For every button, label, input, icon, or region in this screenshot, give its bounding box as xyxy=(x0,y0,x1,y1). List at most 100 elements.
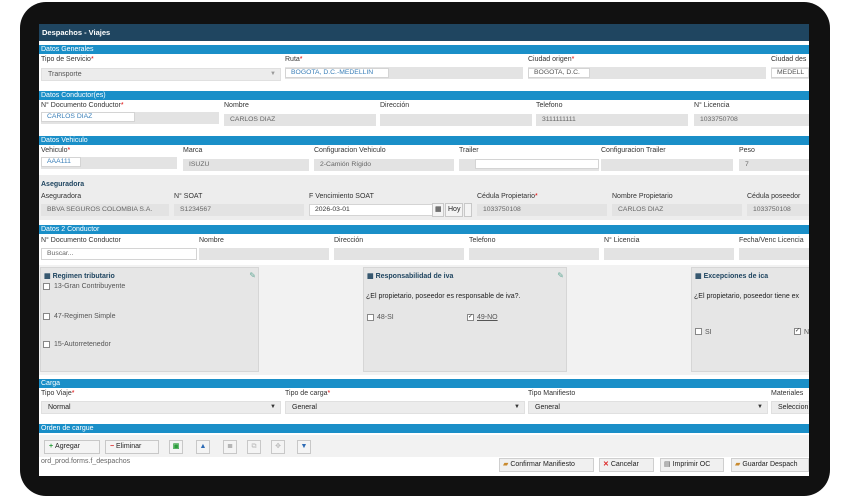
tipo-servicio-label: Tipo de Servicio* xyxy=(41,56,94,63)
materiales-label: Materiales xyxy=(771,390,804,397)
date-step-button[interactable] xyxy=(464,203,472,217)
direccion-conductor2-field xyxy=(334,248,464,260)
grid-icon: ▦ xyxy=(695,273,704,280)
nombre-conductor-label: Nombre xyxy=(224,102,249,109)
imprimir-oc-button[interactable]: ▤ Imprimir OC xyxy=(660,458,724,472)
grid-icon: ▦ xyxy=(367,273,376,280)
hoy-button[interactable]: Hoy xyxy=(445,203,463,217)
ica-question: ¿El propietario, poseedor tiene ex xyxy=(694,293,800,300)
section-datos-2-conductor: Datos 2 Conductor xyxy=(39,225,809,234)
iva-heading: ▦ Responsabilidad de iva xyxy=(367,273,454,280)
soat-label: N° SOAT xyxy=(174,193,203,200)
ica-heading: ▦ Excepciones de ica xyxy=(695,273,769,280)
aseguradora-heading: Aseguradora xyxy=(41,181,85,188)
regimen-checkbox-3[interactable] xyxy=(43,341,50,348)
stack-icon[interactable]: ≣ xyxy=(223,440,237,454)
marca-label: Marca xyxy=(183,147,203,154)
section-carga: Carga xyxy=(39,379,809,388)
regimen-panel: ▦ Regimen tributario ✎ 13-Gran Contribuy… xyxy=(40,267,259,372)
doc-conductor-input[interactable]: CARLOS DIAZ xyxy=(41,112,135,122)
regimen-option-2: 47-Regimen Simple xyxy=(54,313,116,320)
soat-field: S1234567 xyxy=(174,204,304,216)
marca-field: ISUZU xyxy=(183,159,309,171)
edit-icon[interactable]: ✎ xyxy=(249,271,256,280)
aseguradora-field: BBVA SEGUROS COLOMBIA S.A. xyxy=(41,204,169,216)
section-datos-conductor: Datos Conductor(es) xyxy=(39,91,809,100)
cedula-pos-field: 1033750108 xyxy=(747,204,809,216)
peso-label: Peso xyxy=(739,147,755,154)
doc-conductor2-input[interactable]: Buscar... xyxy=(41,248,197,260)
ciudad-destino-input[interactable]: MEDELL xyxy=(771,68,809,78)
peso-field: 7 xyxy=(739,159,809,171)
cancelar-button[interactable]: ✕ Cancelar xyxy=(599,458,654,472)
section-orden-cargue: Orden de cargue xyxy=(39,424,809,433)
printer-icon: ▤ xyxy=(664,461,673,468)
ica-no-label: N xyxy=(804,329,809,336)
window-title: Despachos - Viajes xyxy=(39,24,809,41)
iva-no-checkbox[interactable]: ✓ xyxy=(467,314,474,321)
iva-panel: ▦ Responsabilidad de iva ✎ ¿El propietar… xyxy=(363,267,567,372)
licencia-conductor2-field xyxy=(604,248,734,260)
cedula-prop-label: Cédula Propietario* xyxy=(477,193,538,200)
cedula-prop-field: 1033750108 xyxy=(477,204,607,216)
nombre-conductor2-field xyxy=(199,248,329,260)
arrow-up-icon[interactable]: ▲ xyxy=(196,440,210,454)
direccion-conductor-label: Dirección xyxy=(380,102,410,109)
move-icon[interactable]: ✥ xyxy=(271,440,285,454)
vehiculo-input[interactable]: AAA111 xyxy=(41,157,81,167)
config-vehiculo-label: Configuracion Vehiculo xyxy=(314,147,386,154)
ica-panel: ▦ Excepciones de ica ¿El propietario, po… xyxy=(691,267,809,372)
eliminar-button[interactable]: − Eliminar xyxy=(105,440,159,454)
arrow-down-icon[interactable]: ▼ xyxy=(297,440,311,454)
nombre-prop-label: Nombre Propietario xyxy=(612,193,673,200)
regimen-checkbox-2[interactable] xyxy=(43,313,50,320)
tipo-viaje-label: Tipo Viaje* xyxy=(41,390,75,397)
iva-no-label: 49-NO xyxy=(477,314,498,321)
iva-si-label: 48-SI xyxy=(377,314,394,321)
telefono-conductor2-label: Telefono xyxy=(469,237,496,244)
confirmar-manifiesto-button[interactable]: ▰ Confirmar Manifiesto xyxy=(499,458,594,472)
guardar-despacho-button[interactable]: ▰ Guardar Despach xyxy=(731,458,809,472)
tipo-viaje-select[interactable]: Normal ▼ xyxy=(41,401,281,414)
tipo-carga-label: Tipo de carga* xyxy=(285,390,331,397)
telefono-conductor-label: Telefono xyxy=(536,102,563,109)
ciudad-origen-input[interactable]: BOGOTA, D.C. xyxy=(528,68,590,78)
materiales-select[interactable]: Seleccion xyxy=(771,401,809,414)
regimen-checkbox-1[interactable] xyxy=(43,283,50,290)
telefono-conductor2-field xyxy=(469,248,599,260)
trailer-input[interactable] xyxy=(475,159,599,169)
direccion-conductor2-label: Dirección xyxy=(334,237,364,244)
licencia-conductor2-label: N° Licencia xyxy=(604,237,640,244)
direccion-conductor-field xyxy=(380,114,532,126)
edit-icon[interactable]: ✎ xyxy=(557,271,564,280)
tipo-manifiesto-select[interactable]: General ▼ xyxy=(528,401,768,414)
excel-icon[interactable]: ▣ xyxy=(169,440,183,454)
nombre-conductor-field: CARLOS DIAZ xyxy=(224,114,376,126)
ciudad-destino-label: Ciudad des xyxy=(771,56,807,63)
tipo-servicio-select[interactable]: Transporte ▼ xyxy=(41,68,281,81)
copy-icon[interactable]: ⧉ xyxy=(247,440,261,454)
ica-si-checkbox[interactable] xyxy=(695,328,702,335)
trailer-label: Trailer xyxy=(459,147,479,154)
form-path: ord_prod.forms.f_despachos xyxy=(41,458,131,465)
ica-si-label: SI xyxy=(705,329,712,336)
doc-conductor-label: N° Documento Conductor* xyxy=(41,102,124,109)
ruta-input[interactable]: BOGOTA, D.C.-MEDELLIN xyxy=(285,68,389,78)
regimen-option-3: 15-Autorretenedor xyxy=(54,341,111,348)
config-trailer-label: Configuracion Trailer xyxy=(601,147,666,154)
venc-soat-label: F Vencimiento SOAT xyxy=(309,193,374,200)
ica-no-checkbox[interactable]: ✓ xyxy=(794,328,801,335)
doc-conductor2-label: N° Documento Conductor xyxy=(41,237,121,244)
section-datos-vehiculo: Datos Vehiculo xyxy=(39,136,809,145)
tipo-carga-select[interactable]: General ▼ xyxy=(285,401,525,414)
fecha-licencia2-label: Fecha/Venc Licencia xyxy=(739,237,804,244)
calendar-icon[interactable]: ▦ xyxy=(432,203,444,217)
agregar-button[interactable]: + Agregar xyxy=(44,440,100,454)
venc-soat-input[interactable]: 2026-03-01 xyxy=(309,204,433,216)
iva-si-checkbox[interactable] xyxy=(367,314,374,321)
nombre-conductor2-label: Nombre xyxy=(199,237,224,244)
regimen-heading: ▦ Regimen tributario xyxy=(44,273,115,280)
ciudad-origen-label: Ciudad origen* xyxy=(528,56,575,63)
nombre-prop-field: CARLOS DIAZ xyxy=(612,204,742,216)
aseguradora-label: Aseguradora xyxy=(41,193,82,200)
